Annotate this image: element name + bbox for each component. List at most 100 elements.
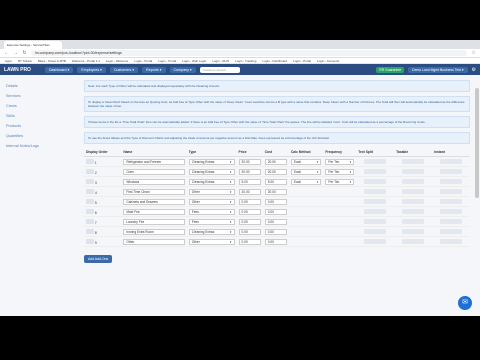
text-split-toggle[interactable]: [364, 189, 387, 194]
text-split-toggle[interactable]: [364, 219, 387, 224]
bookmark-item[interactable]: Login - Dashboard: [262, 59, 287, 63]
reload-icon[interactable]: ↻: [22, 50, 27, 56]
price-input[interactable]: 0.00: [238, 218, 261, 225]
address-bar[interactable]: lm.company.com/pos-location/?pid=30/expe…: [31, 50, 467, 56]
text-split-toggle[interactable]: [364, 229, 387, 234]
taxable-toggle[interactable]: [402, 229, 425, 234]
sidebar-item[interactable]: Skills: [4, 111, 70, 121]
drag-handle-icon[interactable]: [86, 188, 94, 194]
page-scrollbar[interactable]: [475, 88, 479, 198]
cost-input[interactable]: 5.00: [264, 178, 287, 185]
bookmark-item[interactable]: Login - Welcome: [106, 59, 128, 63]
price-input[interactable]: 0.00: [238, 238, 261, 245]
sidebar-item[interactable]: Details: [4, 81, 70, 91]
taxable-toggle[interactable]: [402, 209, 425, 214]
star-icon[interactable]: ☆: [471, 50, 476, 56]
taxable-toggle[interactable]: [402, 179, 425, 184]
text-split-toggle[interactable]: [364, 179, 387, 184]
taxable-toggle[interactable]: [402, 189, 425, 194]
menu-reports[interactable]: Reports ▾: [142, 66, 166, 73]
drag-handle-icon[interactable]: [86, 218, 94, 224]
name-input[interactable]: Laundry Fee: [123, 218, 185, 225]
bookmark-item[interactable]: Login - Portal: [134, 59, 152, 63]
customer-search-input[interactable]: Customer Search: [199, 66, 240, 73]
app-logo[interactable]: LAWN PRO: [4, 67, 31, 73]
taxable-toggle[interactable]: [402, 159, 425, 164]
name-input[interactable]: Refrigerator and Freezer: [123, 158, 185, 165]
bookmark-item[interactable]: Welcome - Portal 1.1: [72, 59, 100, 63]
name-input[interactable]: Cabinets and Drawers: [123, 198, 185, 205]
sidebar-item[interactable]: Services: [4, 91, 70, 101]
instant-toggle[interactable]: [440, 219, 463, 224]
name-input[interactable]: Oven: [123, 168, 185, 175]
text-split-toggle[interactable]: [364, 239, 387, 244]
drag-handle-icon[interactable]: [86, 208, 94, 214]
price-input[interactable]: 20.00: [238, 188, 261, 195]
taxable-toggle[interactable]: [402, 169, 425, 174]
bookmark-item[interactable]: Apps: [5, 59, 12, 63]
name-input[interactable]: Maid Fee: [123, 208, 185, 215]
drag-handle-icon[interactable]: [86, 228, 94, 234]
cost-input[interactable]: 0.00: [264, 238, 287, 245]
text-split-toggle[interactable]: [364, 199, 387, 204]
name-input[interactable]: Other: [123, 238, 185, 245]
calc-method-select[interactable]: Each ▾: [290, 168, 322, 175]
price-input[interactable]: 0.00: [238, 198, 261, 205]
bookmark-item[interactable]: RT Tickets: [18, 59, 32, 63]
type-select[interactable]: Other ▾: [188, 238, 235, 245]
instant-toggle[interactable]: [440, 199, 463, 204]
type-select[interactable]: Cleaning Extras ▾: [188, 168, 235, 175]
type-select[interactable]: Fees ▾: [188, 218, 235, 225]
frequency-select[interactable]: Per Tim ▾: [325, 158, 355, 165]
bookmark-item[interactable]: Login - Web Login: [182, 59, 206, 63]
menu-dashboard[interactable]: Dashboard ▾: [44, 66, 74, 73]
drag-handle-icon[interactable]: [86, 198, 94, 204]
instant-toggle[interactable]: [440, 169, 463, 174]
bookmark-item[interactable]: Login - Tracking: [235, 59, 256, 63]
instant-toggle[interactable]: [440, 239, 463, 244]
browser-tab[interactable]: Expense Settings - ServiceTitan: [4, 41, 62, 49]
price-input[interactable]: 0.00: [238, 208, 261, 215]
calc-method-select[interactable]: Each ▾: [290, 158, 322, 165]
instant-toggle[interactable]: [440, 209, 463, 214]
text-split-toggle[interactable]: [364, 169, 387, 174]
drag-handle-icon[interactable]: [86, 238, 94, 244]
name-input[interactable]: Ironing Extra Room: [123, 228, 185, 235]
price-input[interactable]: 0.00: [238, 228, 261, 235]
name-input[interactable]: First Time Clean: [123, 188, 185, 195]
status-badge[interactable]: RR Guarantee: [376, 66, 405, 73]
sidebar-item[interactable]: Quantities: [4, 131, 70, 141]
frequency-select[interactable]: Per Tim ▾: [325, 178, 355, 185]
bookmark-item[interactable]: Login - Portal: [158, 59, 176, 63]
price-input[interactable]: 20.00: [238, 168, 261, 175]
drag-handle-icon[interactable]: [86, 168, 94, 174]
name-input[interactable]: Windows: [123, 178, 185, 185]
taxable-toggle[interactable]: [402, 239, 425, 244]
user-menu-button[interactable]: Demo Land Mgmt Business Test ▾: [408, 66, 468, 73]
calc-method-select[interactable]: Each ▾: [290, 178, 322, 185]
type-select[interactable]: Other ▾: [188, 198, 235, 205]
menu-employees[interactable]: Employees ▾: [77, 66, 106, 73]
bookmark-item[interactable]: Login - Accounts: [317, 59, 339, 63]
taxable-toggle[interactable]: [402, 219, 425, 224]
type-select[interactable]: Cleaning Extras ▾: [188, 158, 235, 165]
type-select[interactable]: Cleaning Extras ▾: [188, 228, 235, 235]
sidebar-item[interactable]: Crews: [4, 101, 70, 111]
type-select[interactable]: Cleaning Extras ▾: [188, 178, 235, 185]
bookmark-item[interactable]: Login - Portal: [293, 59, 311, 63]
cost-input[interactable]: 0.00: [264, 198, 287, 205]
bookmark-item[interactable]: Bikes - Street & MTB: [38, 59, 66, 63]
settings-icon[interactable]: ⚙: [472, 67, 476, 73]
text-split-toggle[interactable]: [364, 159, 387, 164]
sidebar-item[interactable]: Products: [4, 121, 70, 131]
bookmark-item[interactable]: Login - RLIS: [212, 59, 229, 63]
text-split-toggle[interactable]: [364, 209, 387, 214]
cost-input[interactable]: 0.00: [264, 228, 287, 235]
cost-input[interactable]: 20.00: [264, 168, 287, 175]
type-select[interactable]: Other ▾: [188, 188, 235, 195]
sidebar-item[interactable]: Internal Notes/Logs: [4, 141, 70, 151]
price-input[interactable]: 5.00: [238, 178, 261, 185]
drag-handle-icon[interactable]: [86, 158, 94, 164]
menu-customers[interactable]: Customers ▾: [109, 66, 139, 73]
forward-icon[interactable]: →: [13, 50, 18, 56]
